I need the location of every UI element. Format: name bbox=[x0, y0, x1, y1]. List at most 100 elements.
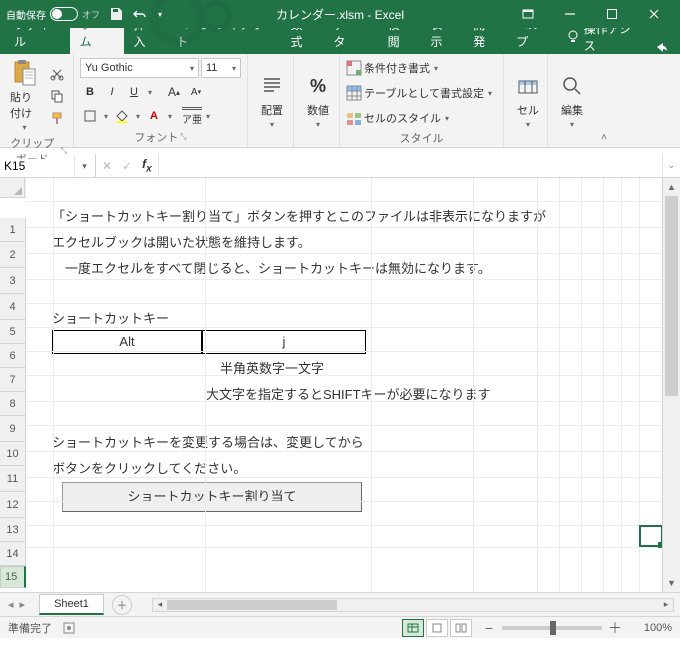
zoom-in-button[interactable]: ＋ bbox=[608, 618, 622, 638]
normal-view-button[interactable] bbox=[402, 619, 424, 637]
cell-text: 「ショートカットキー割り当て」ボタンを押すとこのファイルは非表示になりますが bbox=[52, 206, 546, 225]
conditional-format-button[interactable]: 条件付き書式▾ bbox=[346, 57, 497, 79]
fill-dropdown-icon[interactable]: ▾ bbox=[134, 112, 142, 121]
fx-button[interactable]: fx bbox=[142, 157, 152, 174]
row-header[interactable]: 10 bbox=[0, 442, 26, 466]
scroll-up-icon[interactable]: ▲ bbox=[663, 178, 680, 196]
editing-label: 編集 bbox=[561, 102, 583, 118]
paste-button[interactable]: 貼り付け ▾ bbox=[6, 57, 43, 134]
sheet-nav-first-icon[interactable]: ◂ bbox=[8, 598, 14, 611]
scroll-left-icon[interactable]: ◂ bbox=[153, 599, 167, 610]
row-header[interactable]: 1 bbox=[0, 218, 26, 242]
maximize-button[interactable] bbox=[592, 0, 632, 28]
border-button[interactable] bbox=[80, 106, 100, 126]
row-header[interactable]: 4 bbox=[0, 294, 26, 320]
find-icon bbox=[558, 72, 586, 100]
new-sheet-button[interactable]: ＋ bbox=[112, 595, 132, 615]
number-dropdown-icon: ▾ bbox=[314, 120, 322, 129]
format-painter-button[interactable] bbox=[47, 108, 67, 128]
row-header[interactable]: 15 bbox=[0, 566, 26, 588]
row-header[interactable]: 13 bbox=[0, 518, 26, 542]
scroll-down-icon[interactable]: ▼ bbox=[663, 574, 680, 592]
phonetic-dropdown-icon[interactable]: ▾ bbox=[204, 112, 212, 121]
cells-icon bbox=[514, 72, 542, 100]
fill-color-button[interactable] bbox=[112, 106, 132, 126]
select-all-corner[interactable] bbox=[0, 178, 25, 198]
font-size-select[interactable]: 11▾ bbox=[201, 58, 241, 78]
autosave-toggle[interactable] bbox=[50, 7, 78, 21]
border-dropdown-icon[interactable]: ▾ bbox=[102, 112, 110, 121]
row-header[interactable]: 6 bbox=[0, 344, 26, 368]
assign-shortcut-button[interactable]: ショートカットキー割り当て bbox=[62, 482, 362, 512]
format-table-button[interactable]: テーブルとして書式設定▾ bbox=[346, 82, 497, 104]
italic-button[interactable]: I bbox=[102, 82, 122, 102]
active-cell[interactable] bbox=[639, 525, 662, 547]
cancel-formula-icon[interactable]: ✕ bbox=[102, 159, 112, 173]
increase-font-button[interactable]: A▴ bbox=[164, 82, 184, 102]
cell-styles-button[interactable]: セルのスタイル▾ bbox=[346, 107, 497, 129]
qat-more-icon[interactable]: ▾ bbox=[156, 10, 164, 19]
row-header[interactable]: 8 bbox=[0, 392, 26, 416]
copy-button[interactable] bbox=[47, 86, 67, 106]
alignment-button[interactable]: 配置▾ bbox=[254, 70, 290, 131]
scroll-right-icon[interactable]: ▸ bbox=[659, 599, 673, 610]
bold-button[interactable]: B bbox=[80, 82, 100, 102]
ribbon-options-icon[interactable] bbox=[508, 0, 548, 28]
chevron-down-icon: ▾ bbox=[443, 114, 451, 123]
formula-bar[interactable] bbox=[159, 154, 662, 177]
row-header[interactable]: 9 bbox=[0, 416, 26, 442]
sheet-nav-last-icon[interactable]: ▸ bbox=[20, 598, 26, 611]
row-header[interactable]: 5 bbox=[0, 320, 26, 344]
macro-record-icon[interactable] bbox=[62, 621, 76, 635]
row-header[interactable]: 12 bbox=[0, 492, 26, 518]
paste-dropdown-icon[interactable]: ▾ bbox=[20, 123, 28, 132]
namebox-dropdown-icon[interactable]: ▾ bbox=[74, 155, 94, 177]
row-header[interactable]: 3 bbox=[0, 268, 26, 294]
cells-button[interactable]: セル▾ bbox=[510, 70, 546, 131]
phonetic-button[interactable]: ア亜 bbox=[182, 106, 202, 126]
font-color-button[interactable]: A bbox=[144, 106, 164, 126]
row-header[interactable]: 2 bbox=[0, 242, 26, 268]
filename: カレンダー.xlsm bbox=[276, 8, 364, 22]
save-icon[interactable] bbox=[108, 6, 124, 22]
page-break-view-button[interactable] bbox=[450, 619, 472, 637]
page-layout-view-button[interactable] bbox=[426, 619, 448, 637]
row-header[interactable]: 11 bbox=[0, 466, 26, 492]
font-group-label: フォント bbox=[134, 129, 178, 145]
sheet-tab[interactable]: Sheet1 bbox=[39, 594, 104, 615]
decrease-font-button[interactable]: A▾ bbox=[186, 82, 206, 102]
font-name-value: Yu Gothic bbox=[85, 62, 133, 74]
zoom-slider[interactable] bbox=[502, 626, 602, 630]
underline-dropdown-icon[interactable]: ▾ bbox=[146, 88, 154, 97]
zoom-handle[interactable] bbox=[550, 621, 556, 635]
zoom-value[interactable]: 100% bbox=[628, 622, 672, 634]
row-header[interactable]: 7 bbox=[0, 368, 26, 392]
autosave-label: 自動保存 bbox=[6, 7, 46, 22]
close-button[interactable] bbox=[634, 0, 674, 28]
editing-button[interactable]: 編集▾ bbox=[554, 70, 590, 131]
hscroll-thumb[interactable] bbox=[167, 600, 337, 610]
share-button[interactable] bbox=[646, 40, 676, 54]
enter-formula-icon[interactable]: ✓ bbox=[122, 159, 132, 173]
chevron-down-icon: ▾ bbox=[432, 64, 440, 73]
font-name-select[interactable]: Yu Gothic▾ bbox=[80, 58, 199, 78]
font-dialog-icon[interactable]: ⤡ bbox=[180, 132, 186, 142]
number-label: 数値 bbox=[307, 102, 329, 118]
expand-formula-icon[interactable]: ⌄ bbox=[662, 154, 680, 177]
zoom-out-button[interactable]: − bbox=[482, 620, 496, 636]
app-name: Excel bbox=[375, 8, 404, 22]
minimize-button[interactable] bbox=[550, 0, 590, 28]
table-format-label: テーブルとして書式設定 bbox=[364, 85, 484, 101]
number-button[interactable]: % 数値▾ bbox=[300, 70, 336, 131]
undo-icon[interactable] bbox=[132, 6, 148, 22]
vertical-scrollbar[interactable]: ▲ ▼ bbox=[662, 178, 680, 592]
horizontal-scrollbar[interactable]: ◂ ▸ bbox=[152, 598, 674, 612]
underline-button[interactable]: U bbox=[124, 82, 144, 102]
name-box[interactable] bbox=[0, 159, 74, 173]
scroll-thumb[interactable] bbox=[665, 196, 678, 396]
cut-button[interactable] bbox=[47, 64, 67, 84]
lightbulb-icon bbox=[566, 30, 579, 44]
fontcolor-dropdown-icon[interactable]: ▾ bbox=[166, 112, 174, 121]
collapse-ribbon-icon[interactable]: ˄ bbox=[601, 132, 607, 143]
row-header[interactable]: 14 bbox=[0, 542, 26, 566]
